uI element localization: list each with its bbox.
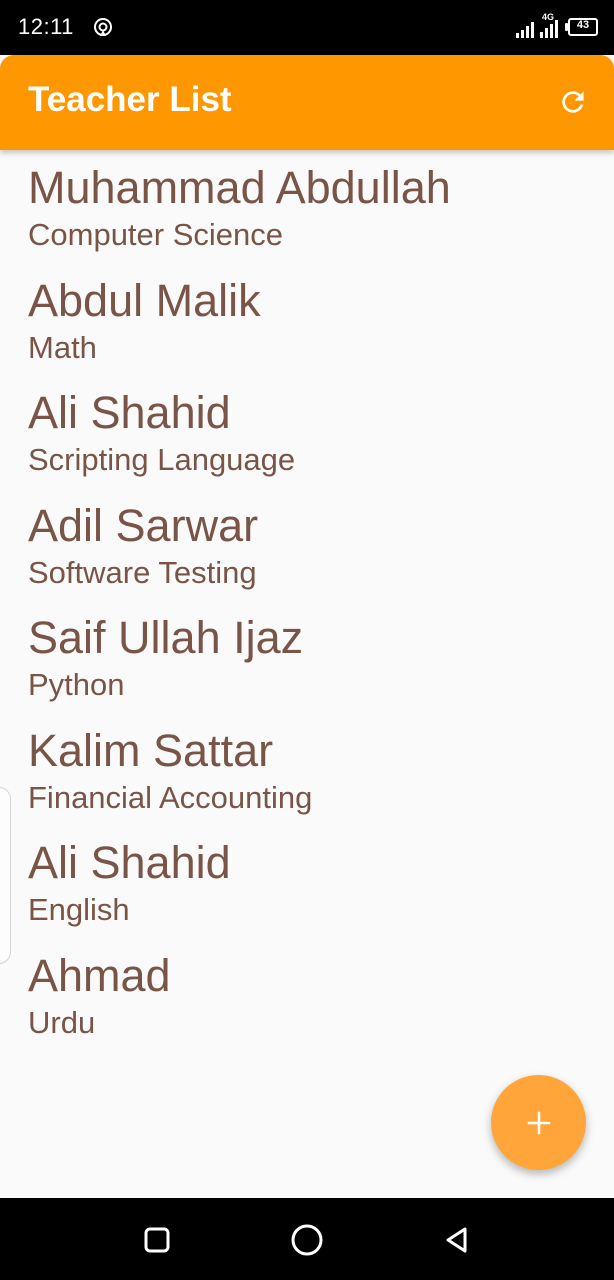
- teacher-subject: Scripting Language: [28, 442, 296, 477]
- battery-level: 43: [576, 19, 590, 31]
- teacher-name: Abdul Malik: [28, 274, 261, 326]
- teacher-subject: Computer Science: [28, 217, 284, 252]
- teacher-name: Ali Shahid: [28, 387, 231, 438]
- list-item[interactable]: Ali Shahid English: [0, 825, 614, 938]
- app-bar: Teacher List: [0, 55, 614, 150]
- list-item[interactable]: Abdul Malik Math: [0, 263, 614, 376]
- status-bar: 12:11 4G 43: [0, 0, 614, 55]
- list-item[interactable]: Saif Ullah Ijaz Python: [0, 600, 614, 713]
- teacher-subject: Python: [28, 667, 125, 702]
- page-title: Teacher List: [28, 80, 232, 119]
- home-icon: [291, 1224, 323, 1256]
- network-type: 4G: [542, 12, 555, 22]
- refresh-button[interactable]: [554, 83, 592, 121]
- status-icons: 4G 43: [516, 12, 598, 38]
- list-item[interactable]: Kalim Sattar Financial Accounting: [0, 713, 614, 826]
- teacher-subject: Math: [28, 329, 97, 365]
- teacher-list: Muhammad Abdullah Computer Science Abdul…: [0, 150, 614, 1050]
- teacher-name: Kalim Sattar: [28, 724, 274, 776]
- teacher-name: Ahmad: [28, 949, 171, 1001]
- recents-icon: [144, 1227, 170, 1253]
- back-icon: [446, 1227, 467, 1253]
- home-button[interactable]: [287, 1220, 327, 1260]
- add-teacher-button[interactable]: [491, 1075, 586, 1170]
- plus-icon: [527, 1111, 550, 1134]
- system-nav-bar: [0, 1198, 614, 1280]
- signal-icon: [516, 20, 534, 38]
- recents-button[interactable]: [137, 1220, 177, 1260]
- back-button[interactable]: [437, 1220, 477, 1260]
- battery-icon: 43: [565, 18, 598, 36]
- teacher-name: Adil Sarwar: [28, 499, 259, 551]
- teacher-subject: Urdu: [28, 1004, 96, 1040]
- list-item[interactable]: Adil Sarwar Software Testing: [0, 488, 614, 601]
- teacher-name: Ali Shahid: [28, 837, 231, 888]
- teacher-subject: Financial Accounting: [28, 779, 313, 815]
- edge-panel-handle[interactable]: [0, 787, 11, 964]
- teacher-subject: Software Testing: [28, 554, 257, 590]
- teacher-subject: English: [28, 892, 130, 927]
- list-item[interactable]: Ahmad Urdu: [0, 938, 614, 1051]
- signal-icon: 4G: [540, 12, 558, 38]
- hotspot-icon: [94, 18, 112, 36]
- teacher-name: Muhammad Abdullah: [28, 162, 451, 213]
- list-item[interactable]: Muhammad Abdullah Computer Science: [0, 150, 614, 263]
- list-item[interactable]: Ali Shahid Scripting Language: [0, 375, 614, 488]
- status-time: 12:11: [18, 14, 74, 39]
- teacher-name: Saif Ullah Ijaz: [28, 612, 304, 663]
- refresh-icon: [562, 91, 584, 113]
